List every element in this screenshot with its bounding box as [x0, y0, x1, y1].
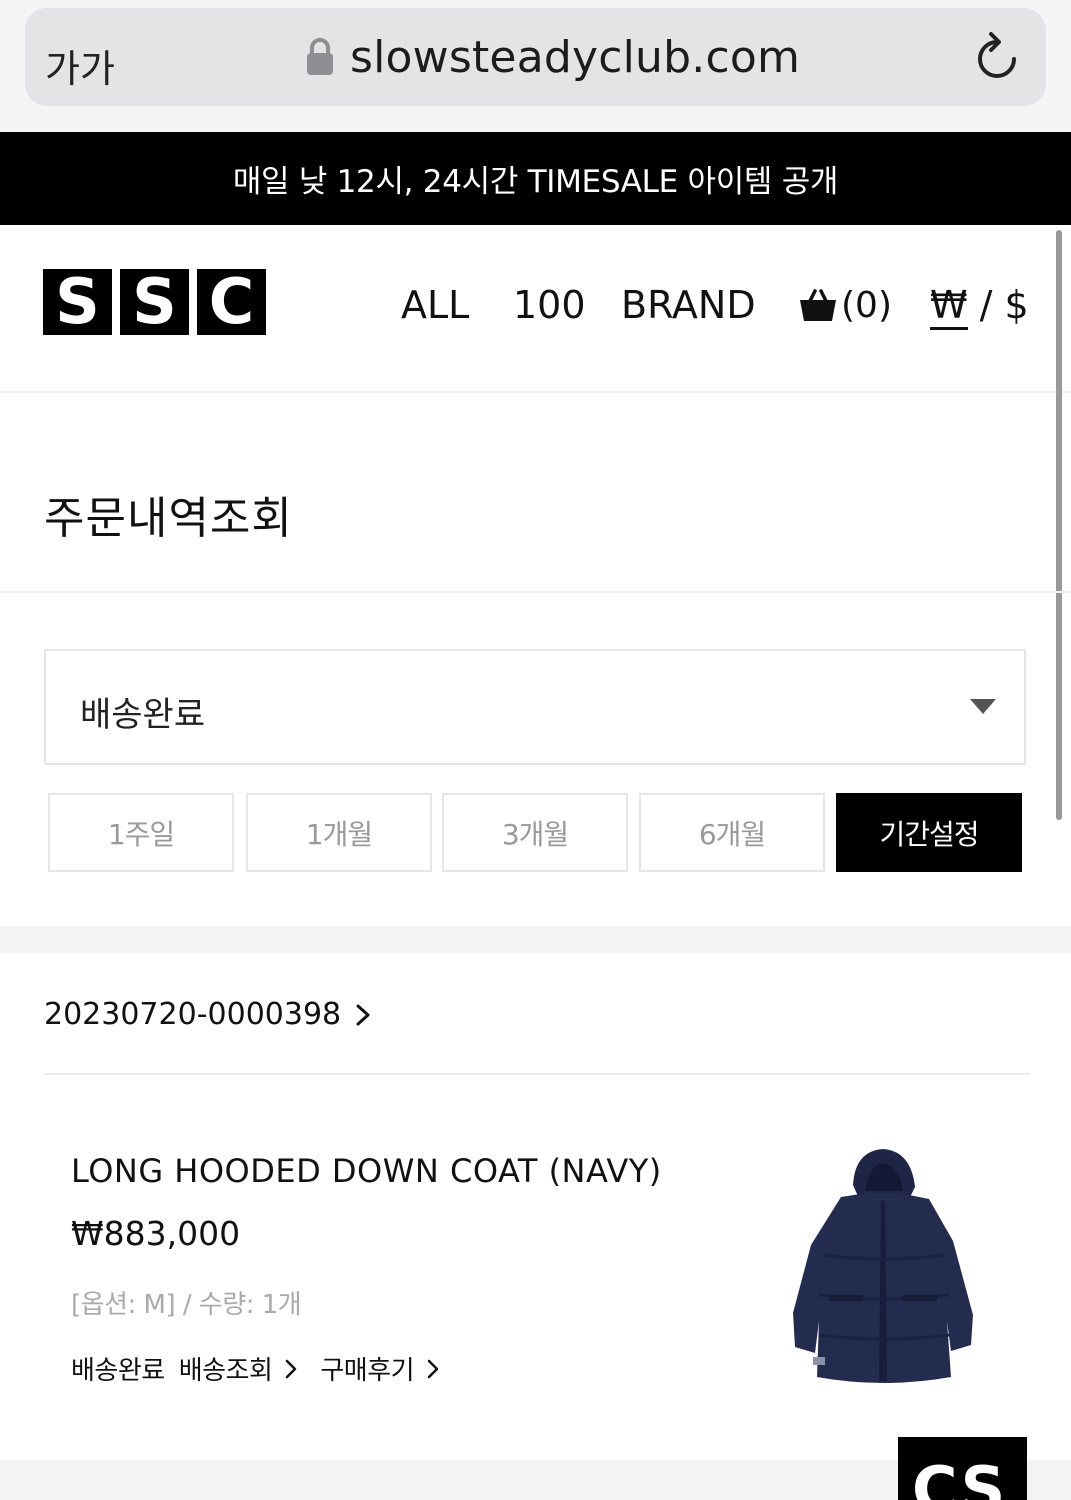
url-text[interactable]: slowsteadyclub.com — [350, 32, 800, 83]
reload-icon[interactable] — [972, 30, 1022, 84]
nav-item-brand[interactable]: BRAND — [621, 277, 756, 333]
chevron-right-icon — [356, 1004, 370, 1025]
custom-period-button[interactable]: 기간설정 — [836, 793, 1022, 872]
divider — [44, 1073, 1030, 1075]
product-image[interactable] — [783, 1145, 983, 1390]
order-actions: 배송완료 배송조회 구매후기 — [71, 1350, 462, 1387]
order-status-value: 배송완료 — [80, 695, 206, 735]
cart-button[interactable]: (0) — [799, 277, 892, 333]
promo-banner[interactable]: 매일 낮 12시, 24시간 TIMESALE 아이템 공개 — [0, 132, 1071, 225]
product-option: [옵션: M] / 수량: 1개 — [71, 1290, 302, 1320]
period-6-month-button[interactable]: 6개월 — [639, 793, 825, 872]
order-number: 20230720-0000398 — [44, 997, 342, 1032]
scrollbar[interactable] — [1056, 230, 1062, 820]
chevron-right-icon — [427, 1359, 439, 1378]
lock-icon — [307, 38, 333, 75]
main-nav: ALL 100 BRAND (0) ₩ / $ — [0, 277, 1071, 333]
currency-usd[interactable]: $ — [1005, 283, 1029, 327]
text-size-button[interactable]: 가가 — [45, 38, 115, 93]
period-1-month-button[interactable]: 1개월 — [246, 793, 432, 872]
currency-separator: / — [967, 283, 1005, 327]
write-review-label: 구매후기 — [320, 1356, 415, 1386]
chevron-right-icon — [286, 1359, 297, 1378]
order-status-label: 배송완료 — [71, 1356, 165, 1386]
nav-item-100[interactable]: 100 — [513, 277, 586, 333]
period-filter: 1주일 1개월 3개월 6개월 기간설정 — [48, 793, 1026, 872]
site-header: S S C ALL 100 BRAND (0) ₩ / $ — [0, 225, 1071, 393]
order-number-link[interactable]: 20230720-0000398 — [44, 997, 371, 1032]
cs-button[interactable]: CS — [898, 1437, 1027, 1500]
nav-item-all[interactable]: ALL — [401, 277, 469, 333]
track-delivery-link[interactable]: 배송조회 — [179, 1350, 299, 1387]
currency-won[interactable]: ₩ — [930, 283, 968, 330]
write-review-link[interactable]: 구매후기 — [320, 1350, 440, 1387]
page-title: 주문내역조회 — [44, 493, 293, 544]
cs-button-label: CS — [912, 1453, 1008, 1500]
divider — [0, 591, 1071, 593]
section-separator — [0, 926, 1071, 953]
address-bar[interactable]: 가가 slowsteadyclub.com — [25, 8, 1046, 106]
product-price: ₩883,000 — [71, 1214, 241, 1253]
currency-switch[interactable]: ₩ / $ — [930, 277, 1029, 333]
shopping-basket-icon — [800, 289, 836, 321]
track-delivery-label: 배송조회 — [178, 1356, 273, 1386]
cart-count: (0) — [841, 284, 892, 326]
product-name[interactable]: LONG HOODED DOWN COAT (NAVY) — [71, 1152, 662, 1190]
period-3-month-button[interactable]: 3개월 — [442, 793, 628, 872]
period-1-week-button[interactable]: 1주일 — [48, 793, 234, 872]
caret-down-icon — [970, 699, 996, 714]
order-status-select[interactable]: 배송완료 — [44, 649, 1026, 765]
browser-toolbar: 가가 slowsteadyclub.com — [0, 0, 1071, 132]
